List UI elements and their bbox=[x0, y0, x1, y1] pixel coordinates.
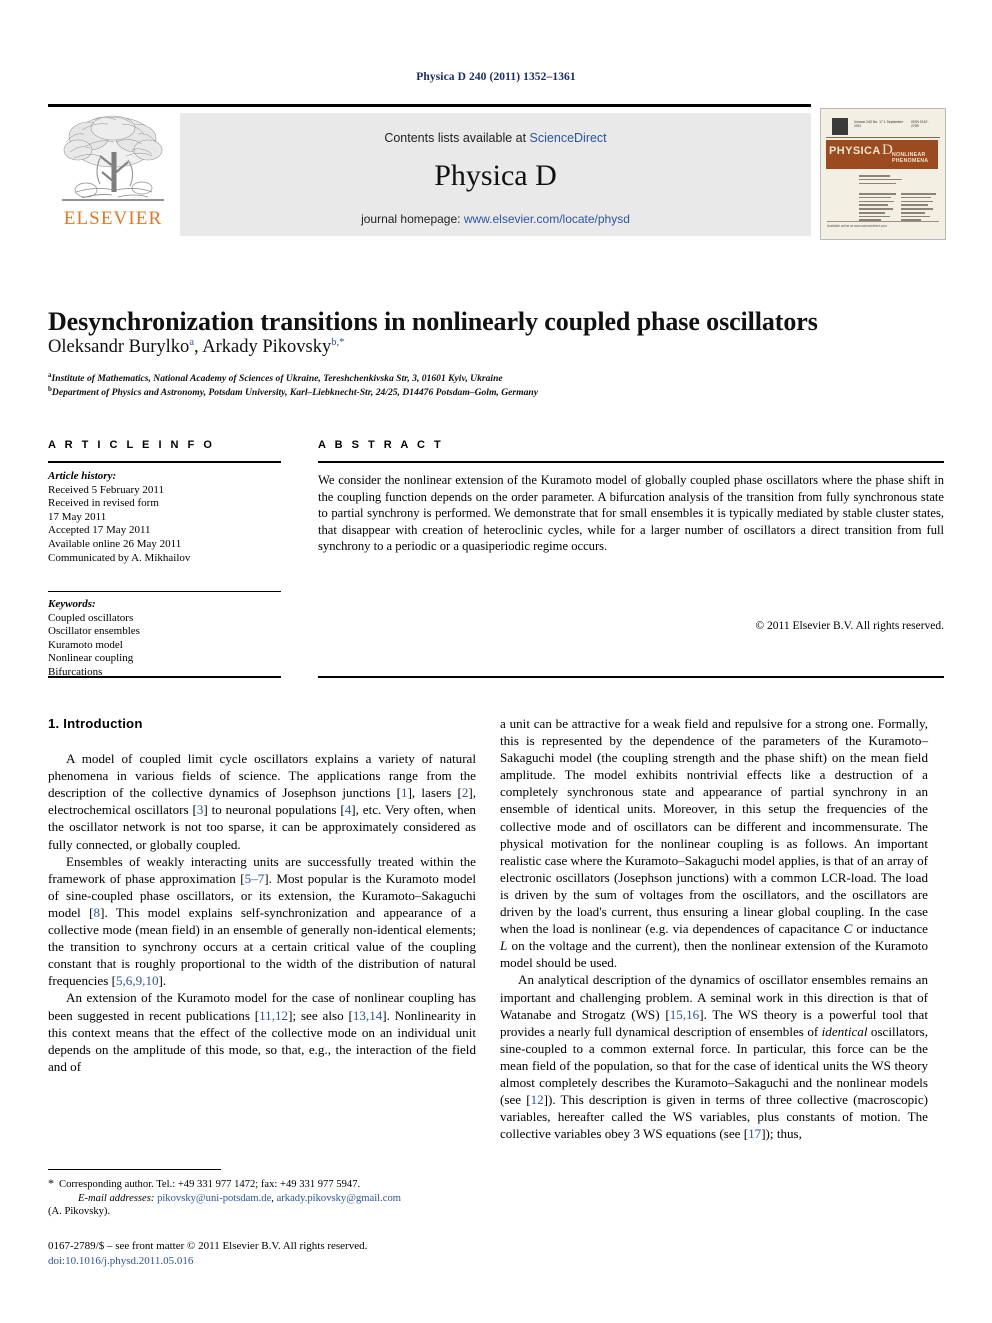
citation-reference[interactable]: 5,6,9,10 bbox=[116, 973, 159, 988]
email-link-2[interactable]: arkady.pikovsky@gmail.com bbox=[277, 1193, 401, 1204]
abstract-label: A B S T R A C T bbox=[318, 439, 444, 451]
masthead-panel: Contents lists available at ScienceDirec… bbox=[180, 113, 811, 236]
paragraph: An extension of the Kuramoto model for t… bbox=[48, 990, 476, 1074]
citation-reference[interactable]: 15,16 bbox=[670, 1007, 699, 1022]
homepage-prefix: journal homepage: bbox=[361, 212, 464, 226]
page-title: Desynchronization transitions in nonline… bbox=[48, 307, 818, 337]
abstract-text: We consider the nonlinear extension of t… bbox=[318, 473, 944, 554]
history-item: Accepted 17 May 2011 bbox=[48, 524, 151, 537]
history-item: Communicated by A. Mikhailov bbox=[48, 551, 191, 564]
sciencedirect-link[interactable]: ScienceDirect bbox=[530, 131, 607, 145]
frontmatter-line: 0167-2789/$ – see front matter © 2011 El… bbox=[48, 1240, 368, 1252]
info-top-rule bbox=[48, 461, 281, 463]
article-page: Physica D 240 (2011) 1352–1361 ELSEVIER … bbox=[0, 0, 992, 1323]
corresponding-author-note: * Corresponding author. Tel.: +49 331 977… bbox=[48, 1176, 476, 1192]
author-2: , Arkady Pikovsky bbox=[193, 337, 332, 358]
citation-reference[interactable]: 13,14 bbox=[353, 1008, 382, 1023]
cover-band-title: PHYSICA bbox=[829, 145, 881, 157]
section-heading-introduction: 1. Introduction bbox=[48, 716, 143, 731]
email-link-1[interactable]: pikovsky@uni-potsdam.de bbox=[157, 1193, 271, 1204]
emphasis-text: L bbox=[500, 938, 508, 954]
author-2-marker: b,* bbox=[331, 337, 345, 348]
keywords-heading: Keywords: bbox=[48, 598, 96, 610]
contents-lists-prefix: Contents lists available at bbox=[384, 131, 530, 145]
paragraph: An analytical description of the dynamic… bbox=[500, 972, 928, 1142]
affiliation-a: aInstitute of Mathematics, National Acad… bbox=[48, 371, 944, 384]
cover-title-band: PHYSICA D NONLINEAR PHENOMENA bbox=[826, 140, 938, 169]
article-history-block: Article history: Received 5 February 201… bbox=[48, 470, 281, 565]
cover-issn-line: ISSN 0167-2789 bbox=[911, 120, 929, 128]
cover-logo-block bbox=[832, 118, 848, 135]
journal-title: Physica D bbox=[434, 159, 557, 192]
cover-band-subtitle: NONLINEAR PHENOMENA bbox=[892, 152, 929, 164]
corresponding-author-text: Corresponding author. Tel.: +49 331 977 … bbox=[59, 1179, 361, 1190]
email-note: E-mail addresses: pikovsky@uni-potsdam.d… bbox=[48, 1192, 476, 1206]
cover-footer-note: Available online at www.sciencedirect.co… bbox=[827, 221, 939, 228]
citation-reference[interactable]: 4 bbox=[345, 802, 352, 817]
paragraph: Ensembles of weakly interacting units ar… bbox=[48, 853, 476, 989]
affiliation-b-text: Department of Physics and Astronomy, Pot… bbox=[51, 387, 538, 399]
citation-reference[interactable]: 2 bbox=[462, 785, 469, 800]
masthead-top-rule bbox=[48, 104, 811, 107]
citation-reference[interactable]: 8 bbox=[94, 905, 101, 920]
abstract-top-rule bbox=[318, 461, 944, 463]
keyword-item: Kuramoto model bbox=[48, 638, 123, 651]
journal-masthead: ELSEVIER Contents lists available at Sci… bbox=[48, 104, 944, 240]
citation-reference[interactable]: 5–7 bbox=[245, 871, 265, 886]
footnote-block: * Corresponding author. Tel.: +49 331 977… bbox=[48, 1176, 476, 1219]
article-info-abstract-band: A R T I C L E I N F O A B S T R A C T Ar… bbox=[48, 432, 944, 682]
author-1: Oleksandr Burylko bbox=[48, 337, 190, 358]
keyword-item: Oscillator ensembles bbox=[48, 625, 140, 638]
keyword-item: Coupled oscillators bbox=[48, 611, 134, 624]
journal-cover-thumbnail[interactable]: Volume 240 No. 17 1 September 2011 ISSN … bbox=[820, 108, 946, 240]
cover-header-strip: Volume 240 No. 17 1 September 2011 ISSN … bbox=[826, 113, 940, 138]
running-head: Physica D 240 (2011) 1352–1361 bbox=[416, 71, 576, 83]
cover-issue-info: Volume 240 No. 17 1 September 2011 ISSN … bbox=[854, 120, 936, 128]
history-item: Received 5 February 2011 bbox=[48, 483, 164, 496]
history-item: Available online 26 May 2011 bbox=[48, 537, 182, 550]
elsevier-tree-icon bbox=[62, 115, 164, 201]
history-item: Received in revised form bbox=[48, 497, 159, 510]
abstract-copyright: © 2011 Elsevier B.V. All rights reserved… bbox=[755, 620, 944, 632]
asterisk-icon: * bbox=[48, 1176, 54, 1190]
elsevier-logo: ELSEVIER bbox=[50, 112, 176, 238]
cover-contents-lines bbox=[859, 175, 937, 186]
author-list: Oleksandr Burylkoa, Arkady Pikovskyb,* bbox=[48, 337, 944, 358]
emphasis-text: identical bbox=[821, 1023, 868, 1039]
body-column-left: 1. Introduction A model of coupled limit… bbox=[48, 715, 476, 1075]
keywords-rule bbox=[48, 591, 281, 592]
cover-issue-line: Volume 240 No. 17 1 September 2011 bbox=[854, 120, 904, 128]
affiliation-a-text: Institute of Mathematics, National Acade… bbox=[51, 373, 503, 385]
body-column-right: a unit can be attractive for a weak fiel… bbox=[500, 715, 928, 1142]
citation-reference[interactable]: 17 bbox=[748, 1126, 761, 1141]
email-label: E-mail addresses: bbox=[78, 1192, 155, 1204]
citation-reference[interactable]: 11,12 bbox=[259, 1008, 288, 1023]
affiliation-b: bDepartment of Physics and Astronomy, Po… bbox=[48, 385, 944, 398]
cover-contents-columns bbox=[859, 193, 937, 223]
keywords-block: Keywords: Coupled oscillators Oscillator… bbox=[48, 598, 281, 680]
abstract-bottom-rule bbox=[318, 676, 944, 678]
history-item: 17 May 2011 bbox=[48, 510, 107, 523]
elsevier-wordmark: ELSEVIER bbox=[63, 208, 163, 229]
citation-reference[interactable]: 1 bbox=[401, 785, 408, 800]
footnote-rule bbox=[48, 1169, 221, 1170]
citation-reference[interactable]: 3 bbox=[197, 802, 204, 817]
frontmatter-block: 0167-2789/$ – see front matter © 2011 El… bbox=[48, 1239, 476, 1268]
email-attribution: (A. Pikovsky). bbox=[48, 1206, 111, 1218]
article-history-heading: Article history: bbox=[48, 470, 117, 482]
emphasis-text: C bbox=[843, 921, 853, 937]
paragraph: a unit can be attractive for a weak fiel… bbox=[500, 716, 928, 971]
homepage-link[interactable]: www.elsevier.com/locate/physd bbox=[464, 212, 630, 226]
journal-homepage-line: journal homepage: www.elsevier.com/locat… bbox=[180, 212, 811, 226]
keyword-item: Nonlinear coupling bbox=[48, 652, 134, 665]
paragraph: A model of coupled limit cycle oscillato… bbox=[48, 751, 476, 852]
article-info-label: A R T I C L E I N F O bbox=[48, 439, 215, 451]
citation-reference[interactable]: 12 bbox=[531, 1092, 544, 1107]
doi-link[interactable]: doi:10.1016/j.physd.2011.05.016 bbox=[48, 1254, 476, 1269]
contents-lists-line: Contents lists available at ScienceDirec… bbox=[180, 131, 811, 145]
keyword-item: Bifurcations bbox=[48, 665, 103, 678]
